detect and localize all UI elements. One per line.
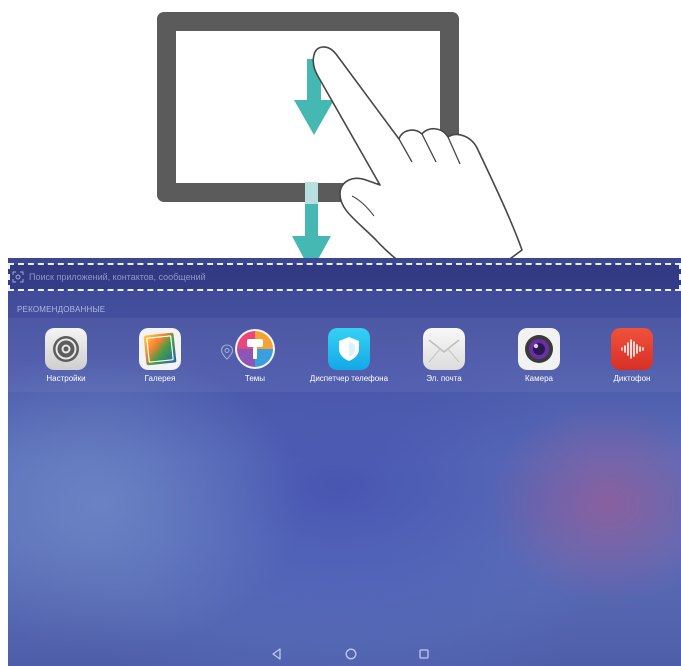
recents-icon[interactable] [416,646,432,662]
home-icon[interactable] [343,646,359,662]
app-label-gallery: Галерея [144,374,176,383]
gallery-icon [139,328,181,370]
app-phone-manager[interactable]: Диспетчер телефона [301,328,397,388]
app-label-recorder: Диктофон [613,374,651,383]
highlight-dashed-top [8,263,681,265]
phone-manager-shield-icon [328,328,370,370]
search-bar[interactable]: Поиск приложений, контактов, сообщений [8,264,681,290]
app-settings[interactable]: Настройки [18,328,114,388]
recorder-icon [611,328,653,370]
search-icon [12,271,24,283]
back-icon[interactable] [269,646,285,662]
swipe-down-instruction-illustration: Поиск приложений, контактов, сообщений Р… [0,0,681,666]
highlight-dashed-bottom [8,289,681,291]
search-input-placeholder[interactable]: Поиск приложений, контактов, сообщений [29,271,206,283]
app-label-camera: Камера [525,374,553,383]
highlight-dashed-left [8,263,10,291]
app-label-phone-manager: Диспетчер телефона [309,374,389,383]
app-gallery[interactable]: Галерея [112,328,208,388]
gesture-overlay [292,46,523,297]
settings-gear-icon [45,328,87,370]
tablet-home-screen: Поиск приложений, контактов, сообщений Р… [8,258,681,666]
app-label-email: Эл. почта [426,374,462,383]
themes-icon [234,328,276,370]
recommended-section-title: РЕКОМЕНДОВАННЫЕ [17,305,106,314]
camera-icon [518,328,560,370]
app-camera[interactable]: Камера [491,328,587,388]
email-envelope-icon [423,328,465,370]
app-label-themes: Темы [244,374,266,383]
app-recorder[interactable]: Диктофон [584,328,680,388]
navigation-bar [8,644,681,666]
app-label-settings: Настройки [46,374,86,383]
location-pin-icon [220,344,234,360]
gesture-illustration [0,0,681,300]
app-email[interactable]: Эл. почта [396,328,492,388]
